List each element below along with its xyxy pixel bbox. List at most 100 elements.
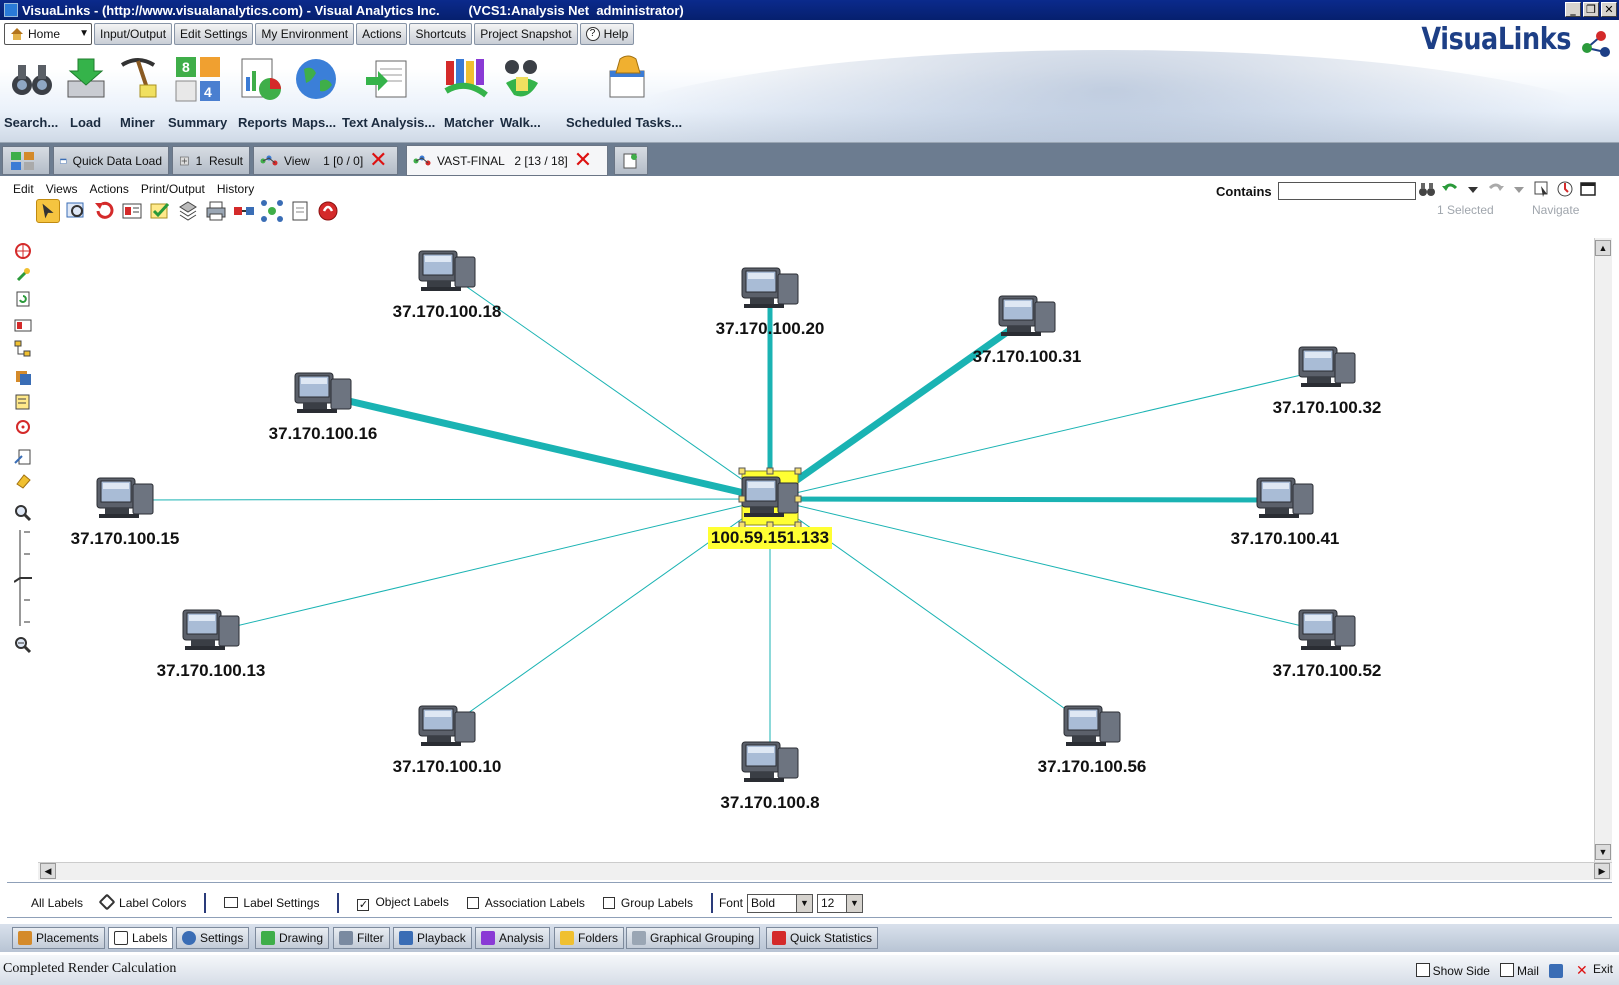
graph-node[interactable]: 37.170.100.20 xyxy=(716,267,825,338)
tab-graphical-grouping[interactable]: Graphical Grouping xyxy=(626,927,761,949)
graph-node[interactable]: 37.170.100.13 xyxy=(157,609,266,680)
zoom-window-icon[interactable] xyxy=(64,199,88,223)
pin-icon[interactable] xyxy=(14,266,32,284)
scroll-left-arrow[interactable]: ◀ xyxy=(40,863,56,879)
graph-node[interactable]: 37.170.100.56 xyxy=(1038,705,1147,776)
chevron-down-icon[interactable] xyxy=(1464,180,1482,198)
layers-icon[interactable] xyxy=(176,199,200,223)
refresh-icon[interactable] xyxy=(14,290,32,308)
resize-handle[interactable] xyxy=(794,467,802,475)
menu-tab-shortcuts[interactable]: Shortcuts xyxy=(409,23,473,45)
all-labels-button[interactable]: All Labels xyxy=(31,896,83,910)
undo-arrow-icon[interactable] xyxy=(1441,180,1459,198)
association-labels-checkbox[interactable]: Association Labels xyxy=(466,896,585,910)
checkmark-icon[interactable] xyxy=(148,199,172,223)
tab-quick-data-load[interactable]: Quick Data Load xyxy=(53,146,169,175)
database-icon[interactable] xyxy=(14,368,32,386)
document-icon[interactable] xyxy=(288,199,312,223)
link-chart[interactable]: 37.170.100.18 37.170.100.20 37.170.100.31 3… xyxy=(7,236,1592,861)
graph-node[interactable]: 37.170.100.31 xyxy=(973,295,1082,366)
graph-edge[interactable] xyxy=(124,498,771,501)
label-settings-button[interactable]: Label Settings xyxy=(224,896,319,910)
checkbox-unchecked[interactable] xyxy=(466,897,479,909)
menu-history[interactable]: History xyxy=(217,182,254,196)
scroll-up-arrow[interactable]: ▲ xyxy=(1595,240,1611,256)
resize-handle[interactable] xyxy=(794,495,802,503)
menu-tab-project-snapshot[interactable]: Project Snapshot xyxy=(474,23,578,45)
chevron-down-icon[interactable]: ▼ xyxy=(795,894,812,912)
graph-node[interactable]: 37.170.100.8 xyxy=(720,741,820,812)
load-tool[interactable]: Load xyxy=(62,55,110,130)
tab-workspace[interactable] xyxy=(2,146,50,175)
label-colors-button[interactable]: Label Colors xyxy=(98,893,186,911)
trash-icon[interactable] xyxy=(1548,963,1563,978)
maps-tool[interactable]: Maps... xyxy=(290,55,342,130)
menu-tab-edit-settings[interactable]: Edit Settings xyxy=(174,23,254,45)
menu-tab-help[interactable]: ? Help xyxy=(579,23,635,45)
hierarchy-icon[interactable] xyxy=(14,340,32,358)
graph-node[interactable]: 37.170.100.10 xyxy=(393,705,502,776)
graph-node[interactable]: 37.170.100.32 xyxy=(1273,346,1382,417)
network-canvas[interactable]: 37.170.100.18 37.170.100.20 37.170.100.31 3… xyxy=(7,236,1612,866)
undo-icon[interactable] xyxy=(92,199,116,223)
walk-tool[interactable]: Walk... xyxy=(496,55,548,130)
tab-view[interactable]: View 1 [0 / 0] ✕ xyxy=(253,146,398,175)
scheduled-tasks-tool[interactable]: Scheduled Tasks... xyxy=(566,55,686,130)
graph-edge[interactable] xyxy=(769,498,1328,633)
object-labels-checkbox[interactable]: ✓ Object Labels xyxy=(357,895,449,911)
tab-playback[interactable]: Playback xyxy=(393,927,472,949)
tab-settings[interactable]: Settings xyxy=(176,927,250,949)
binoculars-icon[interactable] xyxy=(1418,180,1436,198)
exit-button[interactable]: ✕ Exit xyxy=(1576,962,1613,979)
graph-edge[interactable] xyxy=(769,368,1328,500)
search-tool[interactable]: Search... xyxy=(4,55,60,130)
chevron-down-icon[interactable]: ▼ xyxy=(79,24,89,44)
graph-node[interactable]: 37.170.100.52 xyxy=(1273,609,1382,680)
target-icon[interactable] xyxy=(14,242,32,260)
crosshair-icon[interactable] xyxy=(14,418,32,436)
menu-tab-input-output[interactable]: Input/Output xyxy=(94,23,173,45)
menu-actions[interactable]: Actions xyxy=(89,182,128,196)
horizontal-scrollbar[interactable]: ◀ ▶ xyxy=(38,862,1612,880)
select-pointer-icon[interactable] xyxy=(36,199,60,223)
link-icon[interactable] xyxy=(232,199,256,223)
summary-tool[interactable]: 84 Summary xyxy=(168,55,228,130)
close-button[interactable]: ✕ xyxy=(1601,2,1617,17)
close-icon[interactable]: ✕ xyxy=(369,149,387,171)
tab-result[interactable]: 1 Result xyxy=(172,146,250,175)
id-card-icon[interactable] xyxy=(14,316,32,334)
menu-tab-actions[interactable]: Actions xyxy=(356,23,408,45)
properties-icon[interactable] xyxy=(120,199,144,223)
new-tab-button[interactable] xyxy=(614,146,648,175)
graph-node-center[interactable]: 100.59.151.133 xyxy=(708,467,832,549)
scroll-right-arrow[interactable]: ▶ xyxy=(1594,863,1610,879)
resize-handle[interactable] xyxy=(738,495,746,503)
font-size-select[interactable]: 12 ▼ xyxy=(816,893,863,913)
chevron-down-icon[interactable] xyxy=(1510,180,1528,198)
tab-analysis[interactable]: Analysis xyxy=(475,927,550,949)
select-icon[interactable] xyxy=(1533,180,1551,198)
close-icon[interactable]: ✕ xyxy=(574,149,592,171)
zoom-in-icon[interactable] xyxy=(14,504,32,522)
minimize-button[interactable]: _ xyxy=(1565,2,1581,17)
reports-tool[interactable]: Reports xyxy=(232,55,288,130)
zoom-slider[interactable] xyxy=(14,530,32,626)
graph-node[interactable]: 37.170.100.15 xyxy=(71,477,180,548)
graph-node[interactable]: 37.170.100.18 xyxy=(393,250,502,321)
network-layout-icon[interactable] xyxy=(260,199,284,223)
resize-handle[interactable] xyxy=(738,467,746,475)
menu-print-output[interactable]: Print/Output xyxy=(141,182,205,196)
text-analysis-tool[interactable]: Text Analysis... xyxy=(340,55,436,130)
resize-handle[interactable] xyxy=(766,467,774,475)
maximize-icon[interactable] xyxy=(1579,180,1597,198)
group-labels-checkbox[interactable]: Group Labels xyxy=(602,896,693,910)
font-style-select[interactable]: Bold ▼ xyxy=(746,893,813,913)
tab-quick-statistics[interactable]: Quick Statistics xyxy=(766,927,879,949)
graph-node[interactable]: 37.170.100.41 xyxy=(1231,477,1340,548)
zoom-out-icon[interactable] xyxy=(14,636,32,654)
tab-labels[interactable]: Labels xyxy=(108,927,174,949)
mail-button[interactable]: Mail xyxy=(1499,963,1539,978)
tab-drawing[interactable]: Drawing xyxy=(255,927,330,949)
miner-tool[interactable]: Miner xyxy=(114,55,162,130)
checkbox-checked[interactable]: ✓ xyxy=(357,899,370,911)
